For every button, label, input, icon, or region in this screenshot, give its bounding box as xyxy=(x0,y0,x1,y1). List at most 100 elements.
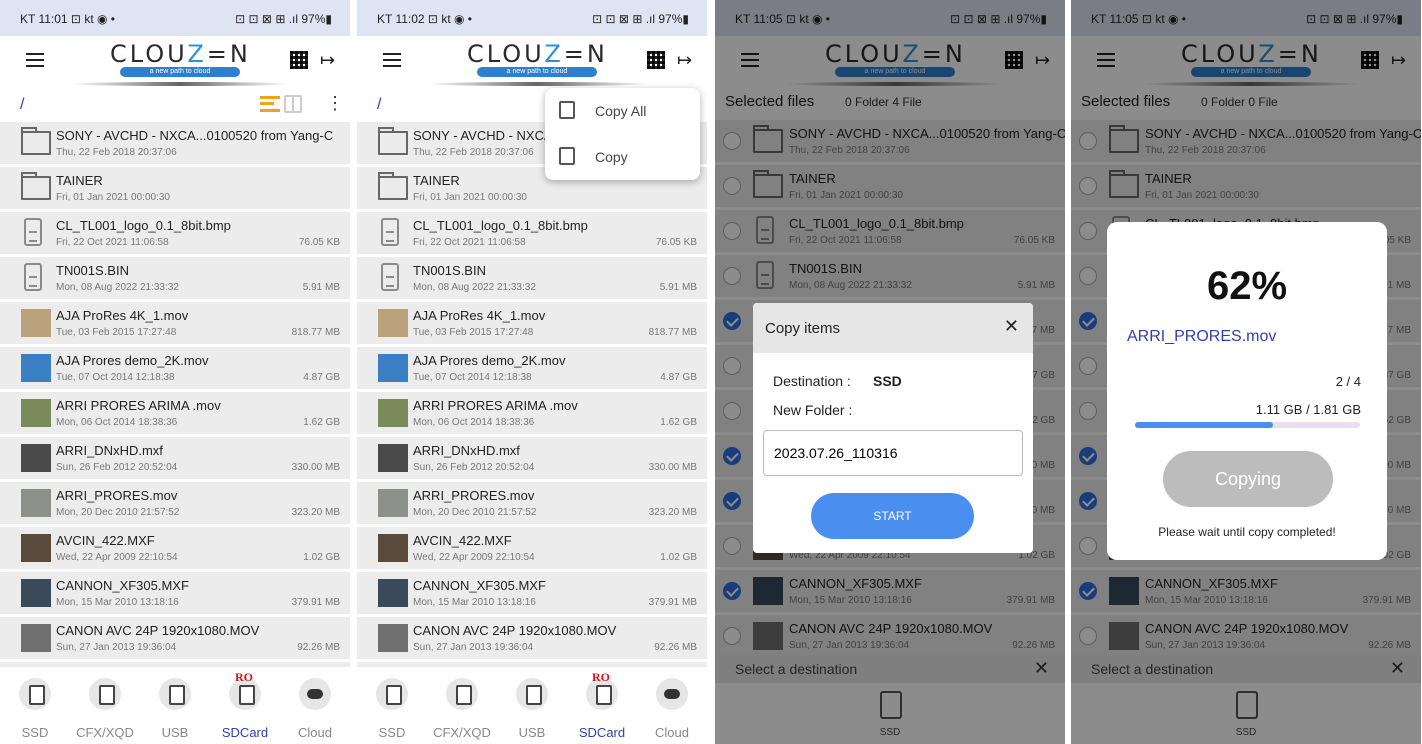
logout-icon[interactable]: ↦ xyxy=(677,51,692,69)
file-row[interactable]: ARRI PRORES ARIMA .mov Mon, 06 Oct 2014 1… xyxy=(0,392,350,434)
qr-code-icon[interactable] xyxy=(1005,51,1023,69)
file-date: Fri, 22 Oct 2021 11:06:58 xyxy=(789,235,902,246)
file-row[interactable]: CANNON_XF305.MXF Mon, 15 Mar 2010 13:18:1… xyxy=(0,572,350,614)
file-row[interactable]: AJA Prores demo_2K.mov Tue, 07 Oct 2014 1… xyxy=(357,347,707,389)
qr-code-icon[interactable] xyxy=(647,51,665,69)
qr-code-icon[interactable] xyxy=(1361,51,1379,69)
file-row[interactable]: SONY - AVCHD - NXCA...0100520 from Yang-… xyxy=(1071,120,1421,162)
file-row[interactable]: CANNON_XF305.MXF Mon, 15 Mar 2010 13:18:1… xyxy=(1071,570,1421,612)
transfer-size: 1.11 GB / 1.81 GB xyxy=(1255,402,1361,417)
more-options-icon[interactable]: ⋮ xyxy=(326,93,344,114)
file-row[interactable]: AJA Prores demo_2K.mov Tue, 07 Oct 2014 1… xyxy=(0,347,350,389)
file-row[interactable]: CL_TL001_logo_0.1_8bit.bmp Fri, 22 Oct 20… xyxy=(357,212,707,254)
menu-icon[interactable] xyxy=(26,53,44,67)
file-row[interactable]: AJA ProRes 4K_1.mov Tue, 03 Feb 2015 17:2… xyxy=(0,302,350,344)
select-checkbox[interactable] xyxy=(723,312,741,330)
file-row[interactable]: AJA ProRes 4K_1.mov Tue, 03 Feb 2015 17:2… xyxy=(357,302,707,344)
close-icon[interactable]: ✕ xyxy=(1390,658,1405,679)
select-checkbox[interactable] xyxy=(1079,402,1097,420)
file-row[interactable]: TAINER Fri, 01 Jan 2021 00:00:30 xyxy=(715,165,1065,207)
qr-code-icon[interactable] xyxy=(290,51,308,69)
file-row[interactable]: TAINER Fri, 01 Jan 2021 00:00:30 xyxy=(0,167,350,209)
file-row[interactable]: CANON AVC 24P 1920x1080.MOV Sun, 27 Jan 2… xyxy=(715,615,1065,657)
select-checkbox[interactable] xyxy=(1079,177,1097,195)
new-folder-input[interactable] xyxy=(763,430,1023,476)
file-row[interactable]: CANON AVC 24P 1920x1080.MOV Sun, 27 Jan 2… xyxy=(357,617,707,659)
copy-item[interactable]: Copy xyxy=(545,134,700,180)
file-row[interactable]: ARRI_DNxHD.mxf Sun, 26 Feb 2012 20:52:04 3… xyxy=(0,437,350,479)
file-row[interactable]: TN001S.BIN Mon, 08 Aug 2022 21:33:32 5.91 … xyxy=(715,255,1065,297)
file-row[interactable]: SONY - AVCHD - NXCA...0100520 from Yang-… xyxy=(715,120,1065,162)
file-date: Fri, 01 Jan 2021 00:00:30 xyxy=(789,190,903,201)
tab-cfxxqd[interactable]: CFX/XQD xyxy=(427,668,497,744)
menu-icon[interactable] xyxy=(383,53,401,67)
select-checkbox[interactable] xyxy=(723,537,741,555)
file-row[interactable]: CANNON_XF305.MXF Mon, 15 Mar 2010 13:18:1… xyxy=(715,570,1065,612)
destination-ssd[interactable]: SSD xyxy=(715,683,1065,744)
select-checkbox[interactable] xyxy=(723,447,741,465)
logout-icon[interactable]: ↦ xyxy=(1391,51,1406,69)
select-checkbox[interactable] xyxy=(1079,447,1097,465)
file-name: TN001S.BIN xyxy=(56,263,129,278)
destination-ssd[interactable]: SSD xyxy=(1071,683,1421,744)
file-row[interactable]: TN001S.BIN Mon, 08 Aug 2022 21:33:32 5.91 … xyxy=(357,257,707,299)
select-checkbox[interactable] xyxy=(1079,357,1097,375)
file-row[interactable]: ARRI_PRORES.mov Mon, 20 Dec 2010 21:57:52… xyxy=(357,482,707,524)
select-checkbox[interactable] xyxy=(723,222,741,240)
select-checkbox[interactable] xyxy=(723,267,741,285)
menu-icon[interactable] xyxy=(741,53,759,67)
menu-icon[interactable] xyxy=(1097,53,1115,67)
select-checkbox[interactable] xyxy=(723,492,741,510)
tab-cloud[interactable]: Cloud xyxy=(637,668,707,744)
tab-sdcard[interactable]: RO SDCard xyxy=(567,668,637,744)
tab-usb[interactable]: USB xyxy=(497,668,567,744)
tab-cfxxqd[interactable]: CFX/XQD xyxy=(70,668,140,744)
select-checkbox[interactable] xyxy=(723,402,741,420)
start-button[interactable]: START xyxy=(811,493,974,539)
logout-icon[interactable]: ↦ xyxy=(320,51,335,69)
file-row[interactable]: CANON AVC 50P 1920x1080.MOV xyxy=(0,662,350,667)
select-checkbox[interactable] xyxy=(1079,537,1097,555)
file-row[interactable]: ARRI_PRORES.mov Mon, 20 Dec 2010 21:57:52… xyxy=(0,482,350,524)
file-row[interactable]: ARRI PRORES ARIMA .mov Mon, 06 Oct 2014 1… xyxy=(357,392,707,434)
select-checkbox[interactable] xyxy=(1079,627,1097,645)
select-checkbox[interactable] xyxy=(1079,582,1097,600)
file-row[interactable]: CANON AVC 24P 1920x1080.MOV Sun, 27 Jan 2… xyxy=(0,617,350,659)
select-checkbox[interactable] xyxy=(1079,312,1097,330)
logout-icon[interactable]: ↦ xyxy=(1035,51,1050,69)
copy-all-item[interactable]: Copy All xyxy=(545,88,700,134)
select-checkbox[interactable] xyxy=(1079,222,1097,240)
file-row[interactable]: TAINER Fri, 01 Jan 2021 00:00:30 xyxy=(1071,165,1421,207)
close-icon[interactable]: ✕ xyxy=(1034,658,1049,679)
close-icon[interactable]: ✕ xyxy=(1004,316,1019,337)
file-row[interactable]: TN001S.BIN Mon, 08 Aug 2022 21:33:32 5.91 … xyxy=(0,257,350,299)
tab-ssd[interactable]: SSD xyxy=(0,668,70,744)
file-row[interactable]: ARRI_DNxHD.mxf Sun, 26 Feb 2012 20:52:04 3… xyxy=(357,437,707,479)
file-row[interactable]: SONY - AVCHD - NXCA...0100520 from Yang-… xyxy=(0,122,350,164)
current-path[interactable]: / xyxy=(377,96,381,114)
select-checkbox[interactable] xyxy=(1079,267,1097,285)
list-view-icon[interactable] xyxy=(260,96,280,112)
file-row[interactable]: CANON AVC 24P 1920x1080.MOV Sun, 27 Jan 2… xyxy=(1071,615,1421,657)
select-checkbox[interactable] xyxy=(723,132,741,150)
file-size: 76.05 KB xyxy=(655,237,697,248)
select-checkbox[interactable] xyxy=(723,582,741,600)
file-row[interactable]: AVCIN_422.MXF Wed, 22 Apr 2009 22:10:54 1.… xyxy=(357,527,707,569)
select-checkbox[interactable] xyxy=(1079,132,1097,150)
tab-usb[interactable]: USB xyxy=(140,668,210,744)
tab-ssd[interactable]: SSD xyxy=(357,668,427,744)
file-row[interactable]: AVCIN_422.MXF Wed, 22 Apr 2009 22:10:54 1.… xyxy=(0,527,350,569)
current-path[interactable]: / xyxy=(20,96,24,114)
file-row[interactable]: CANNON_XF305.MXF Mon, 15 Mar 2010 13:18:1… xyxy=(357,572,707,614)
file-row[interactable]: CANON AVC 50P 1920x1080.MOV xyxy=(357,662,707,667)
file-row[interactable]: CL_TL001_logo_0.1_8bit.bmp Fri, 22 Oct 20… xyxy=(0,212,350,254)
file-row[interactable]: CL_TL001_logo_0.1_8bit.bmp Fri, 22 Oct 20… xyxy=(715,210,1065,252)
tab-sdcard[interactable]: RO SDCard xyxy=(210,668,280,744)
select-checkbox[interactable] xyxy=(723,627,741,645)
tab-cloud[interactable]: Cloud xyxy=(280,668,350,744)
select-checkbox[interactable] xyxy=(723,357,741,375)
select-checkbox[interactable] xyxy=(1079,492,1097,510)
file-name: CANNON_XF305.MXF xyxy=(1145,576,1278,591)
select-checkbox[interactable] xyxy=(723,177,741,195)
grid-view-icon[interactable] xyxy=(284,95,302,113)
